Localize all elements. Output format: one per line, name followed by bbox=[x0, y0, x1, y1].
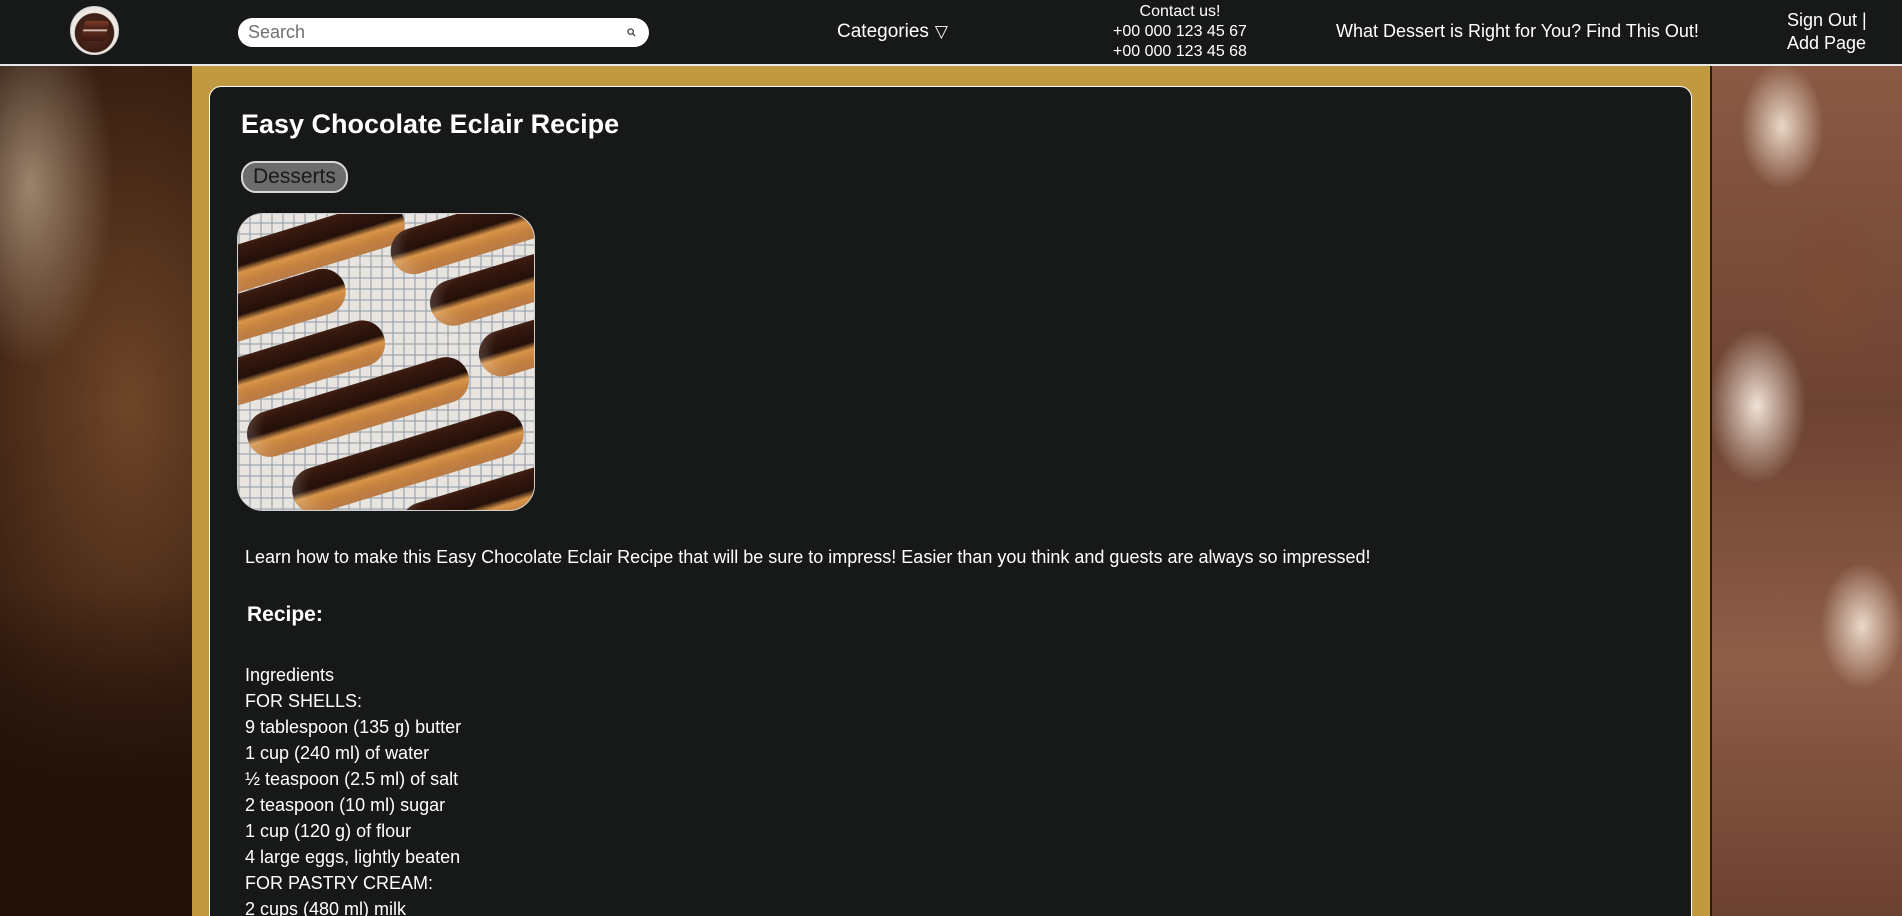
contact-phone-1[interactable]: +00 000 123 45 67 bbox=[1100, 22, 1260, 42]
cake-logo-icon[interactable] bbox=[70, 6, 119, 55]
categories-dropdown[interactable]: Categories ▽ bbox=[837, 21, 948, 43]
recipe-image bbox=[237, 213, 535, 511]
categories-label: Categories bbox=[837, 21, 929, 42]
content-frame: Easy Chocolate Eclair Recipe Desserts Le… bbox=[192, 66, 1710, 916]
cake-slice-graphic bbox=[80, 21, 110, 41]
ingredient-line: ½ teaspoon (2.5 ml) of salt bbox=[245, 769, 459, 789]
background-image-right bbox=[1712, 66, 1902, 916]
ingredient-line: FOR PASTRY CREAM: bbox=[245, 873, 434, 893]
page-title: Easy Chocolate Eclair Recipe bbox=[241, 109, 620, 139]
recipe-card: Easy Chocolate Eclair Recipe Desserts Le… bbox=[209, 86, 1692, 916]
ingredient-line: 1 cup (120 g) of flour bbox=[245, 821, 412, 841]
ingredient-line: Ingredients bbox=[245, 665, 335, 685]
ingredients-list: Ingredients FOR SHELLS: 9 tablespoon (13… bbox=[245, 662, 461, 916]
contact-title: Contact us! bbox=[1139, 3, 1221, 20]
ingredient-line: 1 cup (240 ml) of water bbox=[245, 743, 430, 763]
background-image-left bbox=[0, 66, 192, 916]
add-page-link[interactable]: Add Page bbox=[1787, 32, 1867, 55]
recipe-intro: Learn how to make this Easy Chocolate Ec… bbox=[245, 547, 1371, 567]
ingredient-line: 9 tablespoon (135 g) butter bbox=[245, 717, 462, 737]
ingredient-line: 2 cups (480 ml) milk bbox=[245, 899, 407, 916]
eclair-graphic bbox=[473, 311, 534, 383]
dessert-quiz-link[interactable]: What Dessert is Right for You? Find This… bbox=[1336, 21, 1699, 42]
page: Categories ▽ Contact us! +00 000 123 45 6… bbox=[0, 0, 1902, 916]
search-input[interactable] bbox=[248, 21, 608, 43]
search-icon[interactable] bbox=[627, 28, 636, 37]
ingredient-line: FOR SHELLS: bbox=[245, 691, 363, 711]
recipe-heading: Recipe: bbox=[247, 603, 323, 626]
contact-phone-2[interactable]: +00 000 123 45 68 bbox=[1100, 42, 1260, 62]
ingredient-line: 2 teaspoon (10 ml) sugar bbox=[245, 795, 446, 815]
triangle-down-icon: ▽ bbox=[934, 22, 948, 41]
search-bar bbox=[238, 18, 649, 47]
site-header: Categories ▽ Contact us! +00 000 123 45 6… bbox=[0, 0, 1902, 66]
category-tag[interactable]: Desserts bbox=[241, 161, 348, 193]
contact-block: Contact us! +00 000 123 45 67 +00 000 12… bbox=[1100, 2, 1260, 62]
account-links: Sign Out | Add Page bbox=[1787, 9, 1867, 55]
sign-out-link[interactable]: Sign Out | bbox=[1787, 9, 1867, 32]
ingredient-line: 4 large eggs, lightly beaten bbox=[245, 847, 461, 867]
